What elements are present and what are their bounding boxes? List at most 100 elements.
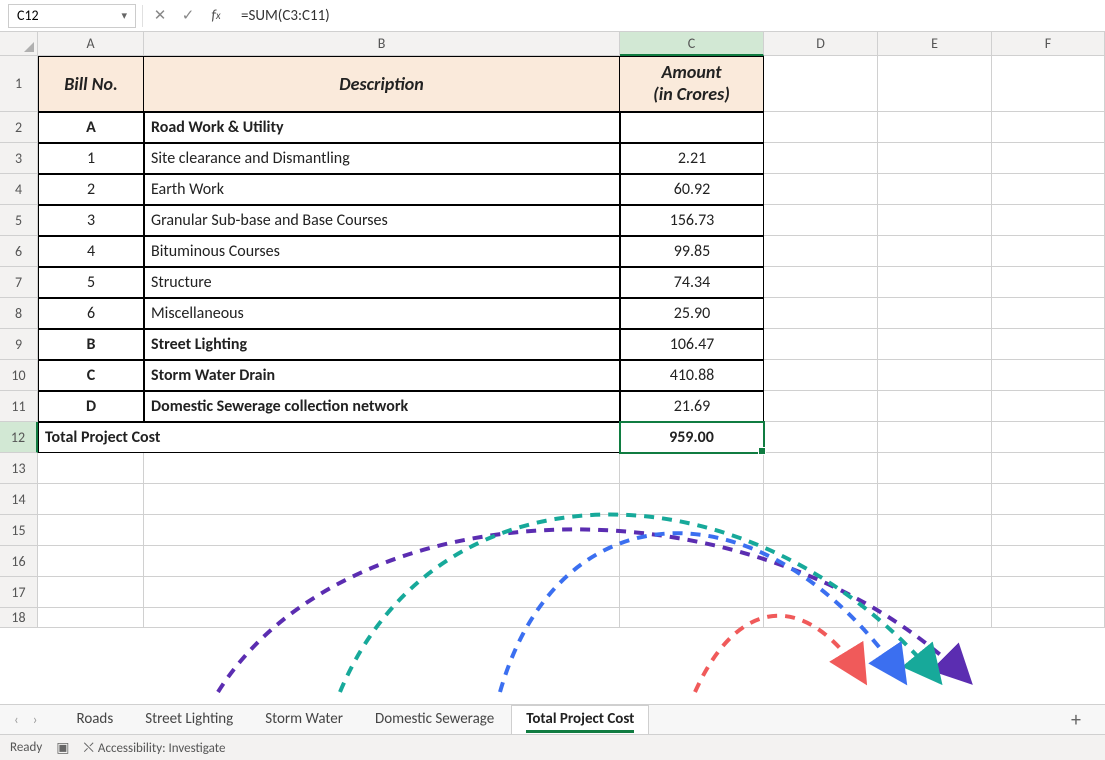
- cell-blank[interactable]: [992, 329, 1105, 360]
- cell-blank[interactable]: [764, 267, 878, 298]
- cell-amount[interactable]: 21.69: [620, 391, 764, 422]
- row-header-3[interactable]: 3: [0, 143, 38, 174]
- cell-E18[interactable]: [878, 608, 992, 628]
- row-header-11[interactable]: 11: [0, 391, 38, 422]
- cell-blank[interactable]: [764, 236, 878, 267]
- cell-D1[interactable]: [764, 56, 878, 112]
- row-header-2[interactable]: 2: [0, 112, 38, 143]
- tab-prev-icon[interactable]: ‹: [10, 709, 23, 730]
- cell-blank[interactable]: [992, 267, 1105, 298]
- cell-F18[interactable]: [992, 608, 1105, 628]
- cell-amount[interactable]: [620, 112, 764, 143]
- tab-next-icon[interactable]: ›: [29, 709, 42, 730]
- cell-amount[interactable]: 2.21: [620, 143, 764, 174]
- cells-area[interactable]: Bill No. Description Amount (in Crores) …: [38, 56, 1105, 628]
- cell-billno[interactable]: A: [38, 112, 144, 143]
- cell-blank[interactable]: [878, 174, 992, 205]
- row-header-12[interactable]: 12: [0, 422, 38, 453]
- col-header-F[interactable]: F: [992, 32, 1105, 56]
- cell-A16[interactable]: [38, 546, 144, 577]
- row-header-13[interactable]: 13: [0, 453, 38, 484]
- cell-amount[interactable]: 25.90: [620, 298, 764, 329]
- cell-desc[interactable]: Street Lighting: [144, 329, 620, 360]
- cell-C17[interactable]: [620, 577, 764, 608]
- row-header-14[interactable]: 14: [0, 484, 38, 515]
- name-box[interactable]: C12 ▾: [8, 4, 136, 28]
- cell-blank[interactable]: [878, 112, 992, 143]
- cell-blank[interactable]: [878, 329, 992, 360]
- header-amount[interactable]: Amount (in Crores): [620, 56, 764, 112]
- sheet-tab-domestic-sewerage[interactable]: Domestic Sewerage: [360, 705, 509, 735]
- cell-blank[interactable]: [764, 112, 878, 143]
- row-header-16[interactable]: 16: [0, 546, 38, 577]
- cell-blank[interactable]: [878, 236, 992, 267]
- cell-A18[interactable]: [38, 608, 144, 628]
- chevron-down-icon[interactable]: ▾: [121, 9, 127, 22]
- sheet-tab-roads[interactable]: Roads: [62, 705, 129, 735]
- cell-blank[interactable]: [992, 205, 1105, 236]
- cell-desc[interactable]: Granular Sub-base and Base Courses: [144, 205, 620, 236]
- cell-F16[interactable]: [992, 546, 1105, 577]
- cell-billno[interactable]: 1: [38, 143, 144, 174]
- cell-blank[interactable]: [764, 143, 878, 174]
- cell-C18[interactable]: [620, 608, 764, 628]
- row-header-18[interactable]: 18: [0, 608, 38, 628]
- col-header-A[interactable]: A: [38, 32, 144, 56]
- macro-record-icon[interactable]: ▣: [56, 739, 69, 756]
- cell-D15[interactable]: [764, 515, 878, 546]
- cell-C14[interactable]: [620, 484, 764, 515]
- cell-desc[interactable]: Domestic Sewerage collection network: [144, 391, 620, 422]
- cell-billno[interactable]: B: [38, 329, 144, 360]
- cell-E13[interactable]: [878, 453, 992, 484]
- cell-desc[interactable]: Storm Water Drain: [144, 360, 620, 391]
- cell-blank[interactable]: [878, 298, 992, 329]
- cell-blank[interactable]: [878, 360, 992, 391]
- formula-input[interactable]: =SUM(C3:C11): [233, 7, 1097, 25]
- col-header-D[interactable]: D: [764, 32, 878, 56]
- cell-B18[interactable]: [144, 608, 620, 628]
- cell-D13[interactable]: [764, 453, 878, 484]
- cell-amount[interactable]: 106.47: [620, 329, 764, 360]
- cell-D14[interactable]: [764, 484, 878, 515]
- confirm-icon[interactable]: ✓: [177, 5, 199, 27]
- cell-amount[interactable]: 60.92: [620, 174, 764, 205]
- row-header-8[interactable]: 8: [0, 298, 38, 329]
- cell-F17[interactable]: [992, 577, 1105, 608]
- cell-D12[interactable]: [764, 422, 878, 453]
- spreadsheet-grid[interactable]: A B C D E F 1 2 3 4 5 6 7 8 9 10 11 12 1…: [0, 32, 1105, 702]
- cell-E1[interactable]: [878, 56, 992, 112]
- cell-blank[interactable]: [878, 205, 992, 236]
- cell-blank[interactable]: [764, 298, 878, 329]
- col-header-C[interactable]: C: [620, 32, 764, 56]
- cell-C16[interactable]: [620, 546, 764, 577]
- total-value[interactable]: 959.00: [620, 422, 764, 453]
- cell-billno[interactable]: 2: [38, 174, 144, 205]
- cell-A13[interactable]: [38, 453, 144, 484]
- cell-amount[interactable]: 99.85: [620, 236, 764, 267]
- cell-desc[interactable]: Earth Work: [144, 174, 620, 205]
- cell-desc[interactable]: Bituminous Courses: [144, 236, 620, 267]
- cell-blank[interactable]: [764, 391, 878, 422]
- cell-D16[interactable]: [764, 546, 878, 577]
- cell-billno[interactable]: 6: [38, 298, 144, 329]
- cell-C15[interactable]: [620, 515, 764, 546]
- cell-E15[interactable]: [878, 515, 992, 546]
- select-all-cell[interactable]: [0, 32, 38, 56]
- cell-F1[interactable]: [992, 56, 1105, 112]
- row-header-17[interactable]: 17: [0, 577, 38, 608]
- cell-D18[interactable]: [764, 608, 878, 628]
- cell-C13[interactable]: [620, 453, 764, 484]
- cell-blank[interactable]: [992, 298, 1105, 329]
- cell-blank[interactable]: [878, 143, 992, 174]
- cell-billno[interactable]: C: [38, 360, 144, 391]
- cell-blank[interactable]: [878, 267, 992, 298]
- cancel-icon[interactable]: ✕: [149, 5, 171, 27]
- row-header-5[interactable]: 5: [0, 205, 38, 236]
- row-header-15[interactable]: 15: [0, 515, 38, 546]
- cell-blank[interactable]: [764, 205, 878, 236]
- cell-amount[interactable]: 410.88: [620, 360, 764, 391]
- row-header-9[interactable]: 9: [0, 329, 38, 360]
- cell-B15[interactable]: [144, 515, 620, 546]
- sheet-tab-street-lighting[interactable]: Street Lighting: [130, 705, 248, 735]
- cell-E17[interactable]: [878, 577, 992, 608]
